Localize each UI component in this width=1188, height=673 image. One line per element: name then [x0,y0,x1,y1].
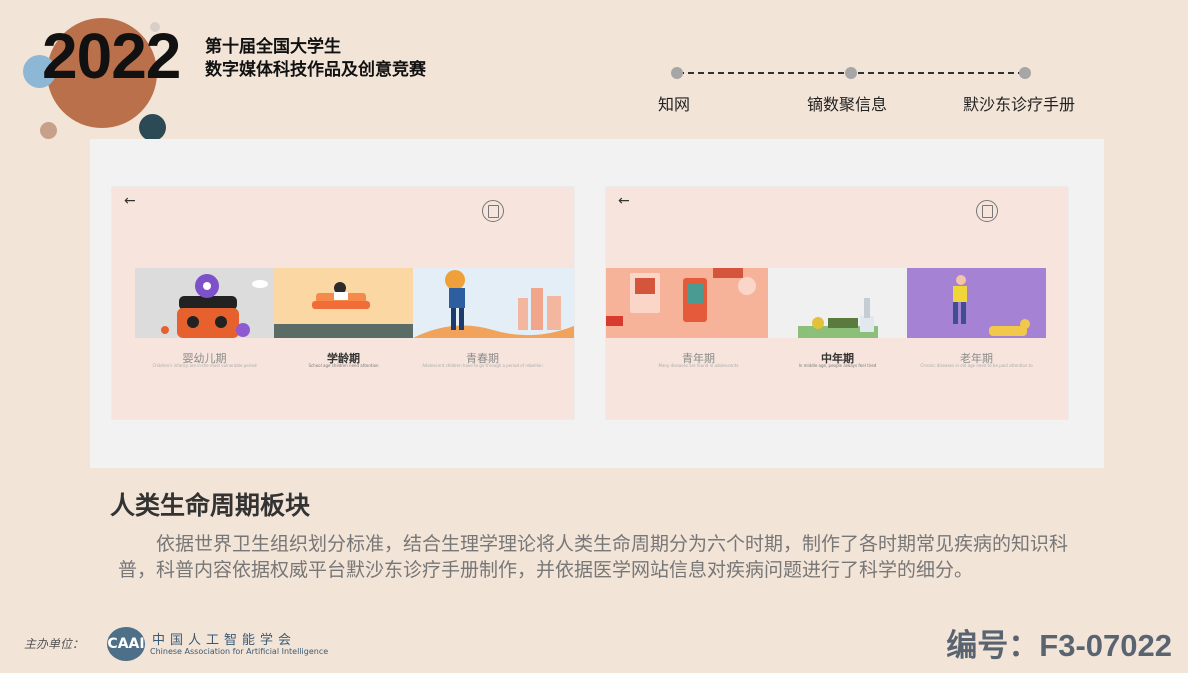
organization-name-cn: 中国人工智能学会 [152,633,297,648]
competition-line-2: 数字媒体科技作品及创意竞赛 [205,60,426,80]
step-zhiwang: 知网 [658,95,691,114]
infancy-illustration[interactable] [135,268,274,338]
year-title: 2022 [42,20,181,92]
progress-dot [671,67,683,79]
stage-caption: Chronic diseases in old age need to be p… [920,363,1033,368]
progress-dot [845,67,857,79]
adolescence-illustration[interactable] [413,268,574,338]
lifecycle-screen-2: ← 青年期 Many diseases are found in adolesc… [606,187,1068,419]
stage-caption: School age children need attention [308,363,379,368]
stage-caption: Children's infancy are in the most vulne… [152,363,257,368]
device-icon[interactable] [482,200,504,222]
decor-circle [40,122,57,139]
school-age-illustration[interactable] [274,268,413,338]
step-msd-manual: 默沙东诊疗手册 [963,95,1076,114]
youth-illustration[interactable] [606,268,768,338]
stage-caption: Adolescent children have to go through a… [422,363,543,368]
organization-name-en: Chinese Association for Artificial Intel… [150,647,329,656]
stage-caption: Many diseases are found in adolescents [658,363,739,368]
back-arrow-icon[interactable]: ← [618,193,630,209]
screenshot-panel: ← 婴幼儿期 Children's infancy are in the mos… [90,139,1104,468]
sponsor-label: 主办单位： [24,637,85,651]
competition-line-1: 第十届全国大学生 [205,37,341,57]
competition-title: 第十届全国大学生 数字媒体科技作品及创意竞赛 [205,36,426,82]
old-age-illustration[interactable] [907,268,1046,338]
middle-age-illustration[interactable] [768,268,907,338]
device-icon[interactable] [976,200,998,222]
section-title: 人类生命周期板块 [110,491,311,520]
back-arrow-icon[interactable]: ← [124,193,136,209]
entry-code: 编号：F3-07022 [946,628,1172,663]
lifecycle-screen-1: ← 婴幼儿期 Children's infancy are in the mos… [112,187,574,419]
section-description: 依据世界卫生组织划分标准，结合生理学理论将人类生命周期分为六个时期，制作了各时期… [118,533,1069,581]
decor-circle [139,114,166,141]
caai-logo-icon: CAAI [107,627,145,661]
step-dishuju: 镝数聚信息 [807,95,888,114]
progress-dot [1019,67,1031,79]
stage-caption: In middle age, people always feel tired [798,363,877,368]
